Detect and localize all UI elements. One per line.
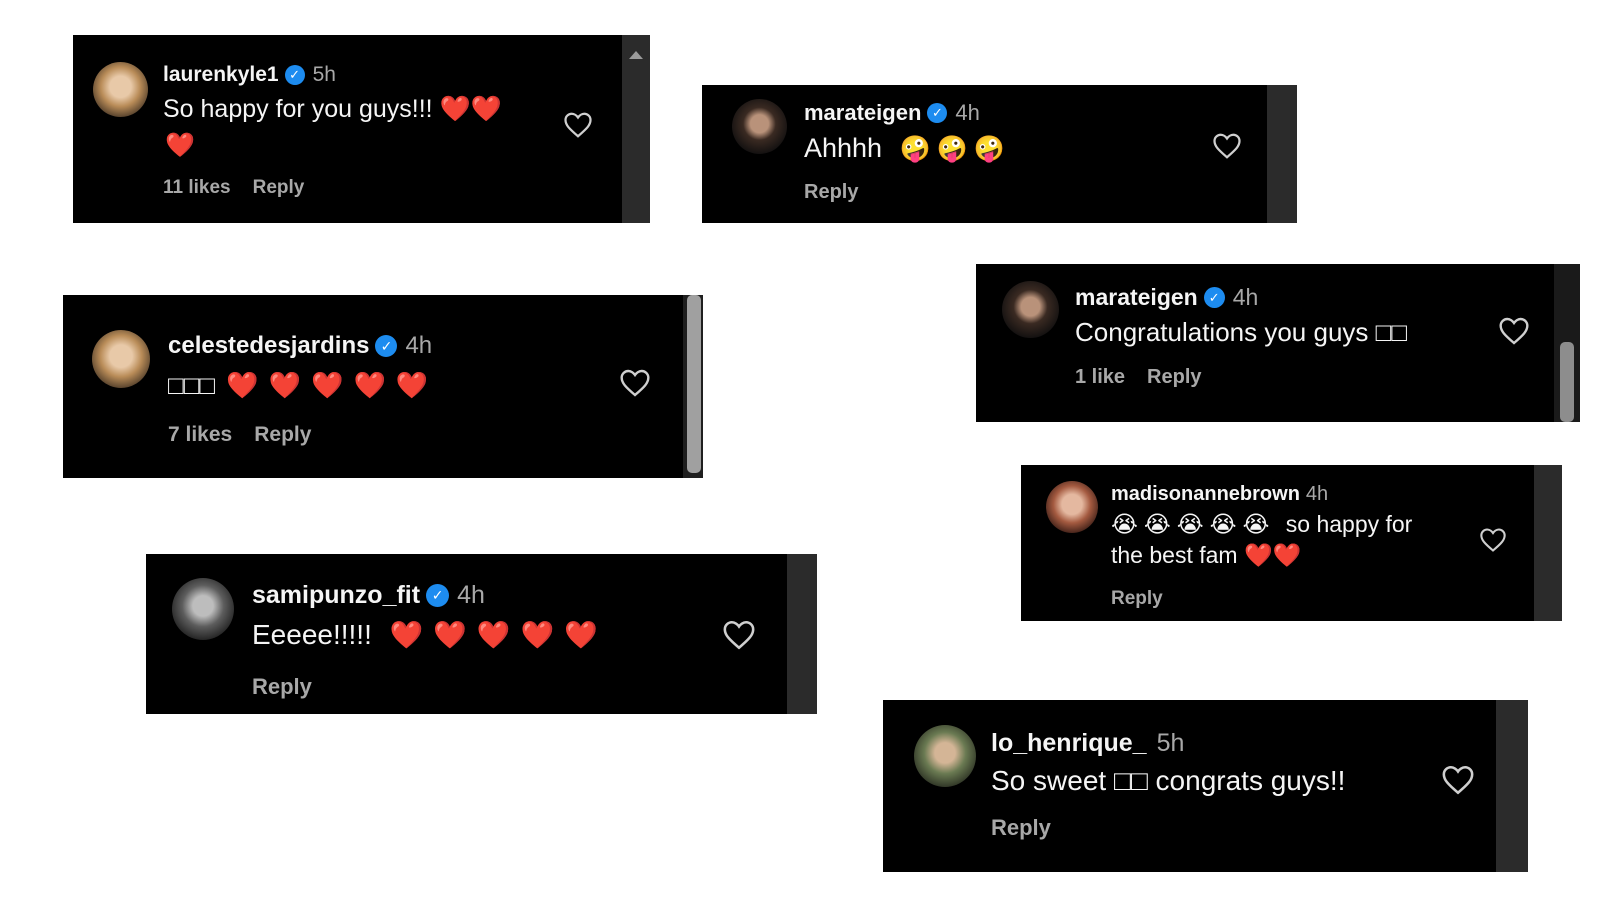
comment-text-main: Ahhhh xyxy=(804,133,883,163)
comment-card: celestedesjardins ✓ 4h □□□ ❤️❤️❤️❤️❤️ 7 … xyxy=(63,295,703,478)
comment-card: marateigen ✓ 4h Congratulations you guys… xyxy=(976,264,1580,422)
comment-card: lo_henrique_ 5h So sweet □□ congrats guy… xyxy=(883,700,1528,872)
comment-card: marateigen ✓ 4h Ahhhh 🤪🤪🤪 Reply xyxy=(702,85,1297,223)
username[interactable]: madisonannebrown xyxy=(1111,483,1300,506)
comment-text-line-2: the best fam ❤️❤️ xyxy=(1111,542,1302,568)
verified-badge-icon: ✓ xyxy=(1203,287,1225,308)
reply-button[interactable]: Reply xyxy=(253,177,305,198)
comment-text-line: So happy for you guys!!! ❤️❤️ xyxy=(163,95,502,123)
heart-outline-icon[interactable] xyxy=(1212,132,1242,165)
username[interactable]: marateigen xyxy=(804,100,921,126)
timestamp: 4h xyxy=(405,332,433,359)
timestamp: 5h xyxy=(312,63,336,86)
scrollbar[interactable] xyxy=(1496,700,1528,872)
verified-badge-icon: ✓ xyxy=(426,584,450,607)
comment-text-main: so happy for xyxy=(1285,511,1413,537)
avatar[interactable] xyxy=(732,99,787,154)
emoji-group: ❤️❤️❤️❤️❤️ xyxy=(226,370,439,400)
avatar[interactable] xyxy=(1002,281,1059,338)
emoji-group: ❤️❤️❤️❤️❤️ xyxy=(389,620,608,650)
reply-button[interactable]: Reply xyxy=(252,674,312,699)
comment-header: marateigen ✓ 4h xyxy=(1075,284,1258,311)
reply-button[interactable]: Reply xyxy=(804,181,858,203)
username[interactable]: samipunzo_fit xyxy=(252,581,420,610)
reply-button[interactable]: Reply xyxy=(254,423,311,446)
comment-meta: 1 like Reply xyxy=(1075,366,1202,389)
comment-meta: Reply xyxy=(991,815,1051,841)
comment-header: laurenkyle1 ✓ 5h xyxy=(163,63,336,87)
comment-text-main: Eeeee!!!!! xyxy=(252,619,372,650)
scrollbar[interactable] xyxy=(1267,85,1297,223)
comment-text-line-2: ❤️ xyxy=(165,132,195,159)
timestamp: 4h xyxy=(1232,284,1259,310)
timestamp: 5h xyxy=(1156,729,1185,757)
comment-text: So sweet □□ congrats guys!! xyxy=(991,765,1346,796)
verified-badge-icon: ✓ xyxy=(375,335,398,357)
comment-text: Congratulations you guys □□ xyxy=(1075,317,1408,347)
username[interactable]: laurenkyle1 xyxy=(163,63,279,87)
timestamp: 4h xyxy=(955,100,980,125)
heart-outline-icon[interactable] xyxy=(1498,316,1530,351)
emoji-group: 😭😭😭😭😭 xyxy=(1111,511,1276,537)
comment-header: lo_henrique_ 5h xyxy=(991,729,1184,758)
heart-outline-icon[interactable] xyxy=(722,619,756,656)
scrollbar[interactable] xyxy=(1534,465,1562,621)
comment-meta: 11 likes Reply xyxy=(163,177,304,199)
scrollbar-thumb[interactable] xyxy=(687,295,701,473)
verified-badge-icon: ✓ xyxy=(284,65,305,85)
comment-card: samipunzo_fit ✓ 4h Eeeee!!!!! ❤️❤️❤️❤️❤️… xyxy=(146,554,817,714)
heart-outline-icon[interactable] xyxy=(619,368,651,403)
heart-outline-icon[interactable] xyxy=(1441,764,1475,801)
username[interactable]: lo_henrique_ xyxy=(991,729,1147,758)
comment-text: □□□ ❤️❤️❤️❤️❤️ xyxy=(168,370,438,401)
comment-text: 😭😭😭😭😭 so happy for xyxy=(1111,511,1412,538)
comment-header: samipunzo_fit ✓ 4h xyxy=(252,581,485,610)
comment-meta: Reply xyxy=(804,181,858,204)
avatar[interactable] xyxy=(93,62,148,117)
avatar[interactable] xyxy=(172,578,234,640)
avatar[interactable] xyxy=(92,330,150,388)
comment-header: celestedesjardins ✓ 4h xyxy=(168,332,432,360)
comment-header: marateigen ✓ 4h xyxy=(804,100,980,126)
username[interactable]: celestedesjardins xyxy=(168,332,369,360)
avatar[interactable] xyxy=(1046,481,1098,533)
comment-meta: Reply xyxy=(252,674,312,700)
comment-meta: Reply xyxy=(1111,588,1163,610)
username[interactable]: marateigen xyxy=(1075,284,1198,311)
comment-text: So happy for you guys!!! ❤️❤️ xyxy=(163,95,502,124)
comment-header: madisonannebrown 4h xyxy=(1111,483,1328,506)
avatar[interactable] xyxy=(914,725,976,787)
reply-button[interactable]: Reply xyxy=(1111,588,1163,609)
comment-meta: 7 likes Reply xyxy=(168,423,311,447)
verified-badge-icon: ✓ xyxy=(927,103,948,123)
scroll-up-arrow-icon[interactable] xyxy=(629,51,643,59)
timestamp: 4h xyxy=(1305,483,1329,505)
comment-card: laurenkyle1 ✓ 5h So happy for you guys!!… xyxy=(73,35,650,223)
likes-count[interactable]: 1 like xyxy=(1075,366,1125,388)
likes-count[interactable]: 11 likes xyxy=(163,177,231,198)
comment-text: Eeeee!!!!! ❤️❤️❤️❤️❤️ xyxy=(252,619,608,651)
comment-text-main: □□□ xyxy=(168,370,216,400)
comment-text: Ahhhh 🤪🤪🤪 xyxy=(804,133,1011,164)
heart-outline-icon[interactable] xyxy=(563,111,593,144)
scrollbar-thumb[interactable] xyxy=(1560,342,1574,422)
heart-outline-icon[interactable] xyxy=(1479,527,1507,558)
comment-card: madisonannebrown 4h 😭😭😭😭😭 so happy for t… xyxy=(1021,465,1562,621)
scrollbar[interactable] xyxy=(787,554,817,714)
emoji-group: 🤪🤪🤪 xyxy=(899,135,1011,163)
scrollbar[interactable] xyxy=(683,295,703,478)
reply-button[interactable]: Reply xyxy=(1147,366,1201,388)
likes-count[interactable]: 7 likes xyxy=(168,423,232,446)
reply-button[interactable]: Reply xyxy=(991,815,1051,840)
scrollbar[interactable] xyxy=(622,35,650,223)
timestamp: 4h xyxy=(457,581,485,609)
scrollbar[interactable] xyxy=(1554,264,1580,422)
